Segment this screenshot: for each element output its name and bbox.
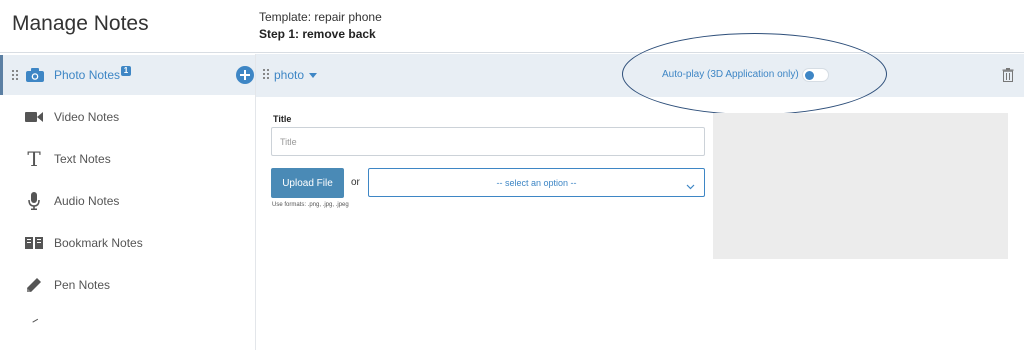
trash-icon[interactable] xyxy=(1002,68,1014,83)
note-toolbar: photo Auto-play (3D Application only) xyxy=(256,54,1024,97)
sidebar-item-bookmark-notes[interactable]: Bookmark Notes xyxy=(0,223,255,263)
sidebar-item-label: Audio Notes xyxy=(54,194,120,208)
sidebar-item-label: Photo Notes xyxy=(54,68,121,82)
upload-file-button[interactable]: Upload File xyxy=(271,168,344,198)
book-icon xyxy=(25,234,43,252)
sidebar-item-label: Text Notes xyxy=(54,152,111,166)
formats-hint: Use formats: .png, .jpg, .jpeg xyxy=(272,202,349,208)
title-input[interactable] xyxy=(271,127,705,156)
or-separator: or xyxy=(351,177,360,188)
camera-icon xyxy=(26,66,44,84)
video-camera-icon xyxy=(25,108,43,126)
toggle-knob xyxy=(805,71,814,80)
page-title: Manage Notes xyxy=(12,12,149,35)
page: Manage Notes Template: repair phone Step… xyxy=(0,0,1024,350)
arrow-icon xyxy=(32,318,40,326)
note-type-label: photo xyxy=(274,68,305,82)
sidebar-item-audio-notes[interactable]: Audio Notes xyxy=(0,181,255,221)
microphone-icon xyxy=(25,192,43,210)
sidebar: Photo Notes 1 Video Notes T Text Notes A… xyxy=(0,54,256,350)
sidebar-item-label: Video Notes xyxy=(54,110,120,124)
header: Manage Notes Template: repair phone Step… xyxy=(0,0,1024,53)
count-badge: 1 xyxy=(121,66,131,76)
select-value: -- select an option -- xyxy=(496,178,577,188)
pencil-icon xyxy=(25,276,43,294)
drag-handle-icon[interactable] xyxy=(12,70,20,82)
autoplay-toggle[interactable] xyxy=(802,68,829,82)
caret-down-icon xyxy=(309,72,318,78)
template-name: Template: repair phone xyxy=(259,10,382,24)
sidebar-item-pen-notes[interactable]: Pen Notes xyxy=(0,265,255,305)
sidebar-item-photo-notes[interactable]: Photo Notes 1 xyxy=(0,55,255,95)
sidebar-item-label: Bookmark Notes xyxy=(54,236,143,250)
chevron-down-icon xyxy=(686,178,695,190)
add-note-button[interactable] xyxy=(236,66,254,84)
text-t-icon: T xyxy=(27,147,41,171)
step-title: Step 1: remove back xyxy=(259,27,376,41)
file-select-dropdown[interactable]: -- select an option -- xyxy=(368,168,705,197)
note-type-dropdown[interactable]: photo xyxy=(274,68,318,82)
autoplay-label: Auto-play (3D Application only) xyxy=(662,69,799,80)
drag-handle-icon[interactable] xyxy=(263,69,271,81)
title-label: Title xyxy=(273,114,292,124)
sidebar-item-label: Pen Notes xyxy=(54,278,111,292)
sidebar-item-text-notes[interactable]: T Text Notes xyxy=(0,139,255,179)
sidebar-item-video-notes[interactable]: Video Notes xyxy=(0,97,255,137)
photo-preview xyxy=(713,113,1008,259)
